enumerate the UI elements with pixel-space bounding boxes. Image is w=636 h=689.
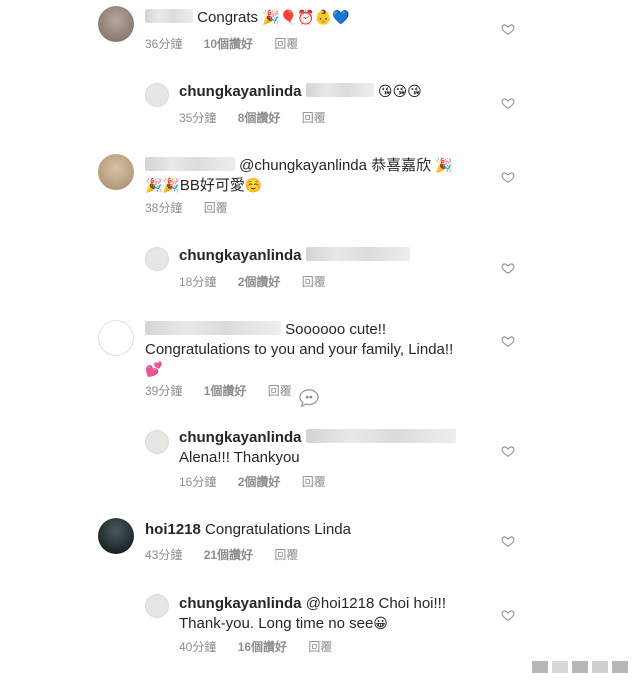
blurred-text xyxy=(305,83,374,97)
blurred-text xyxy=(305,247,410,261)
timestamp: 35分鐘 xyxy=(179,111,217,125)
likes-count[interactable]: 21個讚好 xyxy=(204,548,253,562)
comment-body: chungkayanlinda 😘😘😘 xyxy=(179,82,489,102)
avatar[interactable] xyxy=(98,320,134,356)
heart-icon[interactable] xyxy=(501,444,515,458)
avatar[interactable] xyxy=(145,430,169,454)
comment-meta: 36分鐘 10個讚好 回覆 xyxy=(145,36,316,52)
avatar[interactable] xyxy=(98,154,134,190)
comment-text-line2: Alena!!! Thankyou xyxy=(179,449,300,466)
comment-text-line2: BB好可愛 xyxy=(179,177,245,194)
comment-body: Soooooo cute!! Congratulations to you an… xyxy=(145,320,490,380)
likes-count[interactable]: 16個讚好 xyxy=(238,640,287,654)
likes-count[interactable]: 2個讚好 xyxy=(238,475,281,489)
comment-text-line2: Thank-you. Long time no see xyxy=(179,615,374,632)
blurred-text xyxy=(305,429,456,443)
likes-count[interactable]: 8個讚好 xyxy=(238,111,281,125)
avatar[interactable] xyxy=(98,518,134,554)
timestamp: 40分鐘 xyxy=(179,640,217,654)
timestamp: 38分鐘 xyxy=(145,201,183,215)
comment-body: chungkayanlinda xyxy=(179,246,489,266)
username[interactable]: chungkayanlinda xyxy=(179,429,302,446)
comment-meta: 38分鐘 回覆 xyxy=(145,200,246,216)
comment-text: @hoi1218 Choi hoi!!! xyxy=(305,595,447,612)
comment-text: Congrats xyxy=(197,9,259,26)
reply-button[interactable]: 回覆 xyxy=(268,384,292,398)
heart-icon[interactable] xyxy=(501,96,515,110)
comment-meta: 43分鐘 21個讚好 回覆 xyxy=(145,547,316,563)
avatar[interactable] xyxy=(98,6,134,42)
comment-meta: 40分鐘 16個讚好 回覆 xyxy=(179,639,350,655)
avatar[interactable] xyxy=(145,83,169,107)
likes-count[interactable]: 1個讚好 xyxy=(204,384,247,398)
heart-icon[interactable] xyxy=(501,261,515,275)
avatar[interactable] xyxy=(145,247,169,271)
heart-icon[interactable] xyxy=(501,608,515,622)
comment-meta: 35分鐘 8個讚好 回覆 xyxy=(179,110,344,126)
comment-body: chungkayanlinda Alena!!! Thankyou xyxy=(179,428,489,468)
emoji: ☺️ xyxy=(244,178,263,194)
comment-text: Soooooo cute!! xyxy=(285,321,387,338)
timestamp: 18分鐘 xyxy=(179,275,217,289)
timestamp: 16分鐘 xyxy=(179,475,217,489)
comment-meta: 16分鐘 2個讚好 回覆 xyxy=(179,474,344,490)
comment-text-line2: Congratulations to you and your family, … xyxy=(145,341,454,358)
heart-icon[interactable] xyxy=(501,170,515,184)
emoji: 🎉🎈⏰👶💙 xyxy=(262,10,350,26)
likes-count[interactable]: 2個讚好 xyxy=(238,275,281,289)
avatar[interactable] xyxy=(145,594,169,618)
heart-icon[interactable] xyxy=(501,22,515,36)
comment-meta: 39分鐘 1個讚好 回覆 xyxy=(145,383,310,399)
blurred-watermark xyxy=(532,661,628,673)
comment-body: Congrats 🎉🎈⏰👶💙 xyxy=(145,8,490,28)
emoji: 💕 xyxy=(145,362,163,378)
timestamp: 43分鐘 xyxy=(145,548,183,562)
username[interactable]: chungkayanlinda xyxy=(179,247,302,264)
comment-body: hoi1218 Congratulations Linda xyxy=(145,520,490,540)
blurred-username[interactable] xyxy=(145,9,193,23)
likes-count[interactable]: 10個讚好 xyxy=(204,37,253,51)
reply-button[interactable]: 回覆 xyxy=(302,475,326,489)
timestamp: 36分鐘 xyxy=(145,37,183,51)
heart-icon[interactable] xyxy=(501,334,515,348)
username[interactable]: chungkayanlinda xyxy=(179,83,302,100)
reply-button[interactable]: 回覆 xyxy=(204,201,228,215)
reply-button[interactable]: 回覆 xyxy=(302,275,326,289)
emoji: 🎉🎉 xyxy=(145,178,180,194)
heart-icon[interactable] xyxy=(501,534,515,548)
comment-body: chungkayanlinda @hoi1218 Choi hoi!!! Tha… xyxy=(179,594,489,634)
comment-text: Congratulations Linda xyxy=(205,521,351,538)
blurred-username[interactable] xyxy=(145,321,281,335)
emoji: 😀 xyxy=(373,616,388,632)
chat-bubble-icon xyxy=(299,389,319,408)
reply-button[interactable]: 回覆 xyxy=(274,548,298,562)
emoji: 😘😘😘 xyxy=(377,84,422,100)
reply-button[interactable]: 回覆 xyxy=(302,111,326,125)
comment-body: @chungkayanlinda 恭喜嘉欣 🎉 🎉🎉BB好可愛☺️ xyxy=(145,156,490,196)
reply-button[interactable]: 回覆 xyxy=(308,640,332,654)
username[interactable]: chungkayanlinda xyxy=(179,595,302,612)
emoji: 🎉 xyxy=(435,158,453,174)
username[interactable]: hoi1218 xyxy=(145,521,201,538)
comment-text: @chungkayanlinda 恭喜嘉欣 xyxy=(239,157,432,174)
timestamp: 39分鐘 xyxy=(145,384,183,398)
comment-meta: 18分鐘 2個讚好 回覆 xyxy=(179,274,344,290)
reply-button[interactable]: 回覆 xyxy=(274,37,298,51)
blurred-username[interactable] xyxy=(145,157,235,171)
